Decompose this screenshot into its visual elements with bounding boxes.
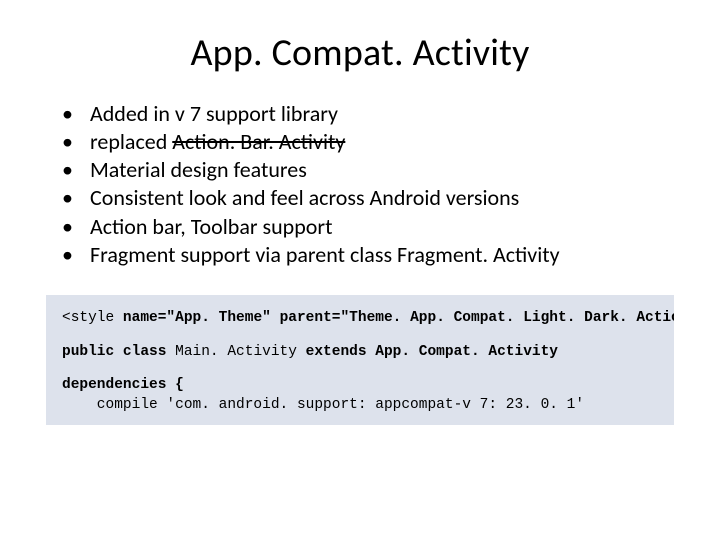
bullet-text: Added in v 7 support library: [90, 100, 338, 127]
code-bold: parent="Theme. App. Compat. Light. Dark.…: [280, 310, 674, 326]
bullet-text: Material design features: [90, 156, 307, 183]
code-gap: [62, 329, 660, 343]
code-line: <style name="App. Theme" parent="Theme. …: [62, 309, 660, 329]
list-item: Added in v 7 support library: [62, 100, 680, 128]
list-item: Action bar, Toolbar support: [62, 213, 680, 241]
list-item: Fragment support via parent class Fragme…: [62, 241, 680, 269]
list-item: Consistent look and feel across Android …: [62, 184, 680, 212]
slide: App. Compat. Activity Added in v 7 suppo…: [0, 0, 720, 540]
code-line: public class Main. Activity extends App.…: [62, 343, 660, 363]
list-item: Material design features: [62, 156, 680, 184]
bullet-strike: Action. Bar. Activity: [172, 128, 345, 155]
code-text: <style: [62, 310, 123, 326]
code-text: [271, 310, 280, 326]
code-block: <style name="App. Theme" parent="Theme. …: [46, 295, 674, 425]
slide-title: App. Compat. Activity: [40, 30, 680, 76]
code-line: dependencies {: [62, 376, 660, 396]
code-bold: extends App. Compat. Activity: [306, 344, 558, 360]
bullet-text: replaced: [90, 128, 172, 155]
bullet-text: Consistent look and feel across Android …: [90, 184, 519, 211]
list-item: replaced Action. Bar. Activity: [62, 128, 680, 156]
code-text: Main. Activity: [175, 344, 306, 360]
code-gap: [62, 362, 660, 376]
code-bold: name="App. Theme": [123, 310, 271, 326]
bullet-text: Fragment support via parent class Fragme…: [90, 241, 560, 268]
bullet-list: Added in v 7 support library replaced Ac…: [62, 100, 680, 269]
code-bold: public class: [62, 344, 175, 360]
bullet-text: Action bar, Toolbar support: [90, 213, 332, 240]
code-line: compile 'com. android. support: appcompa…: [62, 396, 660, 416]
